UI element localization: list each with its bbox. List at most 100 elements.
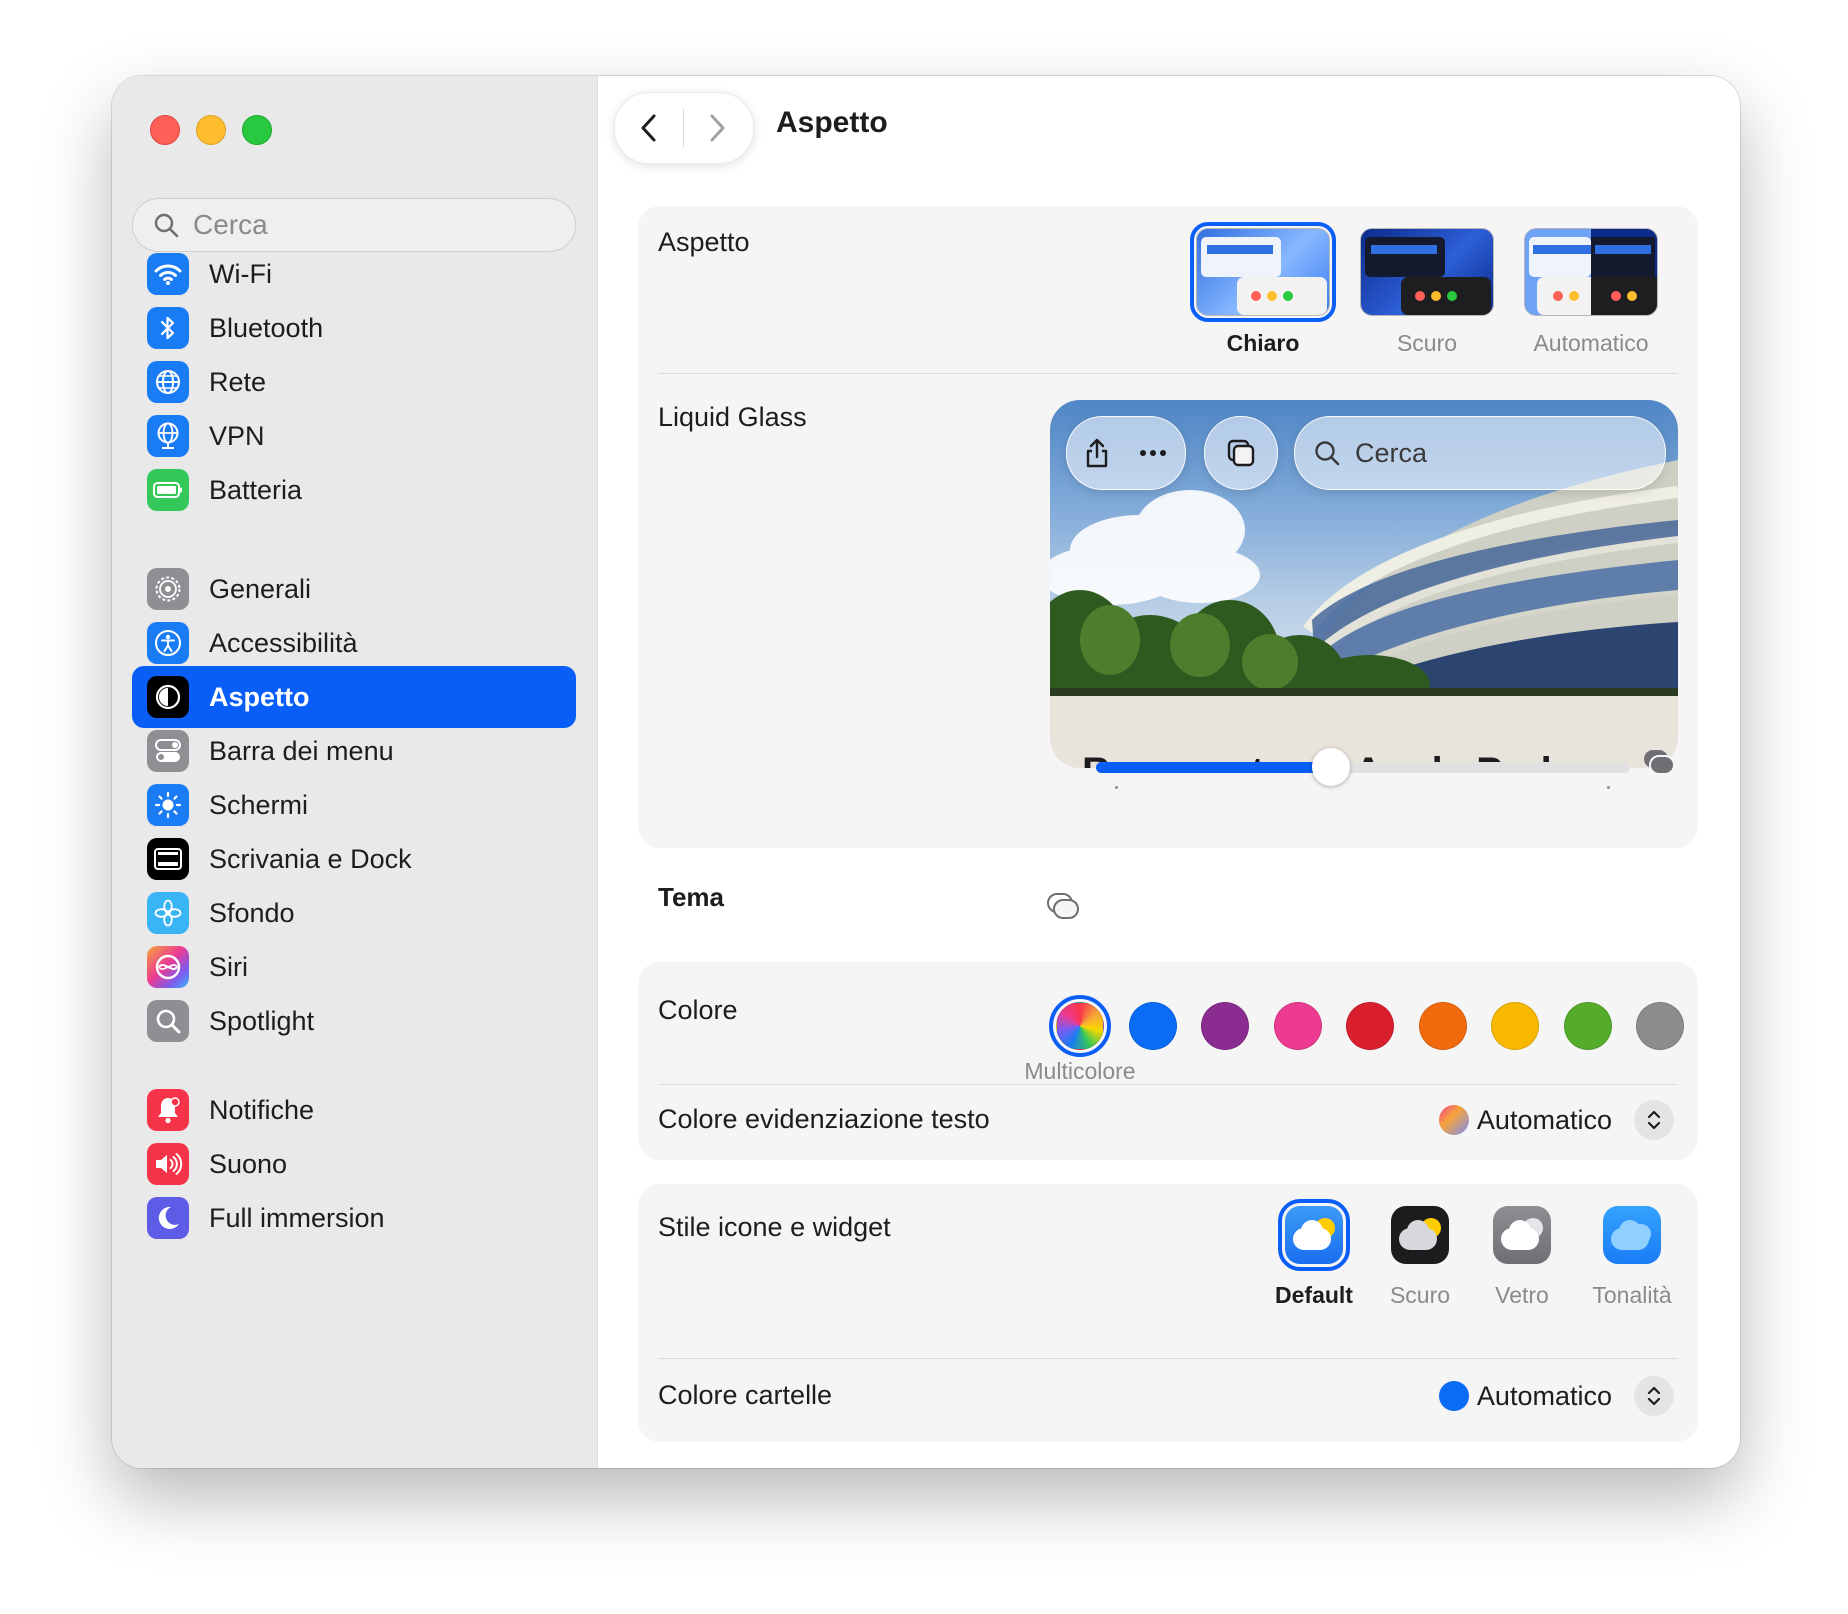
liquid-glass-label: Liquid Glass — [658, 402, 807, 432]
highlight-color-label: Colore evidenziazione testo — [658, 1104, 990, 1134]
sidebar-item-rete[interactable]: Rete — [132, 351, 576, 413]
sidebar-item-schermi[interactable]: Schermi — [132, 774, 576, 836]
sidebar-item-label: VPN — [209, 420, 265, 451]
icon-style-caption: Default — [1275, 1282, 1353, 1308]
folder-color-value: Automatico — [1476, 1380, 1612, 1411]
color-option[interactable] — [1346, 1002, 1394, 1050]
accessibility-icon — [147, 622, 189, 664]
sidebar-item-batteria[interactable]: Batteria — [132, 459, 576, 521]
sidebar-item-scrivania-e-dock[interactable]: Scrivania e Dock — [132, 828, 576, 890]
sidebar-item-label: Barra dei menu — [209, 735, 394, 766]
sidebar-item-wifi[interactable]: Wi-Fi — [132, 243, 576, 305]
slider-tick — [1607, 786, 1610, 789]
divider — [658, 1084, 1678, 1085]
sidebar-item-label: Notifiche — [209, 1094, 315, 1125]
glass-slider[interactable] — [1096, 748, 1630, 786]
theme-card: Colore Multicolore Colore evidenziazione… — [638, 962, 1698, 1160]
appearance-option-light[interactable]: Chiaro — [1190, 222, 1336, 357]
icon-style-caption: Tonalità — [1592, 1282, 1672, 1308]
appearance-option-dark[interactable]: Scuro — [1360, 228, 1494, 357]
weather-default-icon — [1278, 1199, 1350, 1271]
settings-window: Wi-Fi Bluetooth Rete VPN — [112, 76, 1740, 1468]
vpn-globe-icon — [147, 415, 189, 457]
sidebar-item-suono[interactable]: Suono — [132, 1133, 576, 1195]
sidebar: Wi-Fi Bluetooth Rete VPN — [112, 76, 598, 1468]
sidebar-item-sfondo[interactable]: Sfondo — [132, 882, 576, 944]
nav-divider — [683, 109, 684, 147]
color-option[interactable] — [1273, 1002, 1322, 1050]
close-button[interactable] — [150, 115, 180, 145]
search-icon — [1315, 441, 1340, 466]
theme-heading: Tema — [658, 882, 724, 912]
wifi-icon — [147, 253, 189, 295]
selected-color-caption: Multicolore — [1024, 1058, 1136, 1084]
icon-style-glass[interactable]: Vetro — [1472, 1206, 1572, 1309]
multicolor-swatch — [1438, 1105, 1469, 1135]
siri-icon — [147, 946, 189, 988]
flower-icon — [147, 892, 189, 934]
forward-button[interactable] — [687, 93, 747, 163]
color-option[interactable] — [1201, 1002, 1249, 1050]
highlight-color-popup[interactable]: Automatico — [1438, 1100, 1674, 1140]
appearance-option-caption: Scuro — [1396, 330, 1458, 356]
folder-color-label: Colore cartelle — [658, 1380, 833, 1410]
sidebar-item-label: Siri — [209, 951, 248, 982]
divider — [658, 373, 1678, 374]
icon-style-dark[interactable]: Scuro — [1370, 1206, 1470, 1309]
color-option[interactable] — [1636, 1002, 1684, 1050]
color-option[interactable] — [1491, 1002, 1539, 1050]
moon-icon — [147, 1197, 189, 1239]
page-title: Aspetto — [776, 106, 888, 139]
magnifier-icon — [147, 1000, 189, 1042]
glass-slider-knob[interactable] — [1311, 748, 1350, 786]
sidebar-item-accessibilita[interactable]: Accessibilità — [132, 612, 576, 674]
popup-stepper-button[interactable] — [1634, 1376, 1674, 1416]
weather-tinted-icon — [1603, 1206, 1661, 1264]
color-option-multicolor[interactable] — [1049, 995, 1111, 1057]
sidebar-item-generali[interactable]: Generali — [132, 558, 576, 620]
icon-style-tinted[interactable]: Tonalità — [1582, 1206, 1682, 1309]
color-option[interactable] — [1418, 1002, 1467, 1050]
preview-tabs-button — [1204, 416, 1278, 490]
popup-stepper-button[interactable] — [1634, 1100, 1674, 1140]
sidebar-item-notifiche[interactable]: Notifiche — [132, 1079, 576, 1141]
dark-thumbnail — [1360, 228, 1494, 316]
sidebar-item-barra-dei-menu[interactable]: Barra dei menu — [132, 720, 576, 782]
blue-swatch — [1438, 1381, 1469, 1411]
bluetooth-icon — [147, 307, 189, 349]
preview-search-bar: Cerca — [1294, 416, 1666, 490]
share-icon — [1086, 438, 1108, 468]
sidebar-item-label: Schermi — [209, 789, 309, 820]
more-icon — [1140, 450, 1166, 456]
sidebar-search-input[interactable] — [191, 208, 555, 242]
bell-icon — [147, 1089, 189, 1131]
main-pane: Aspetto Aspetto Chiaro Scuro Automatico … — [598, 76, 1740, 1468]
minimize-button[interactable] — [196, 115, 226, 145]
sidebar-item-bluetooth[interactable]: Bluetooth — [132, 297, 576, 359]
icon-style-card: Stile icone e widget Default Scuro Vetro… — [638, 1184, 1698, 1442]
sidebar-item-aspetto[interactable]: Aspetto — [132, 666, 576, 728]
light-thumbnail — [1190, 222, 1336, 322]
tabs-icon — [1227, 439, 1255, 467]
icon-style-default[interactable]: Default — [1264, 1199, 1364, 1309]
sidebar-item-full-immersion[interactable]: Full immersion — [132, 1187, 576, 1249]
brightness-icon — [147, 784, 189, 826]
globe-icon — [147, 361, 189, 403]
icon-style-label: Stile icone e widget — [658, 1212, 891, 1242]
color-option[interactable] — [1128, 1002, 1177, 1050]
navigation-controls — [614, 92, 754, 164]
sidebar-item-label: Batteria — [209, 474, 303, 505]
gear-icon — [147, 568, 189, 610]
appearance-option-auto[interactable]: Automatico — [1524, 228, 1658, 357]
sidebar-item-vpn[interactable]: VPN — [132, 405, 576, 467]
color-option[interactable] — [1563, 1002, 1612, 1050]
sidebar-item-spotlight[interactable]: Spotlight — [132, 990, 576, 1052]
icon-style-caption: Vetro — [1495, 1282, 1549, 1308]
zoom-button[interactable] — [242, 115, 272, 145]
back-button[interactable] — [619, 93, 679, 163]
appearance-option-caption: Automatico — [1533, 330, 1649, 356]
sidebar-item-siri[interactable]: Siri — [132, 936, 576, 998]
sidebar-item-label: Accessibilità — [209, 627, 358, 658]
folder-color-popup[interactable]: Automatico — [1438, 1376, 1674, 1416]
sidebar-item-label: Scrivania e Dock — [209, 843, 412, 874]
